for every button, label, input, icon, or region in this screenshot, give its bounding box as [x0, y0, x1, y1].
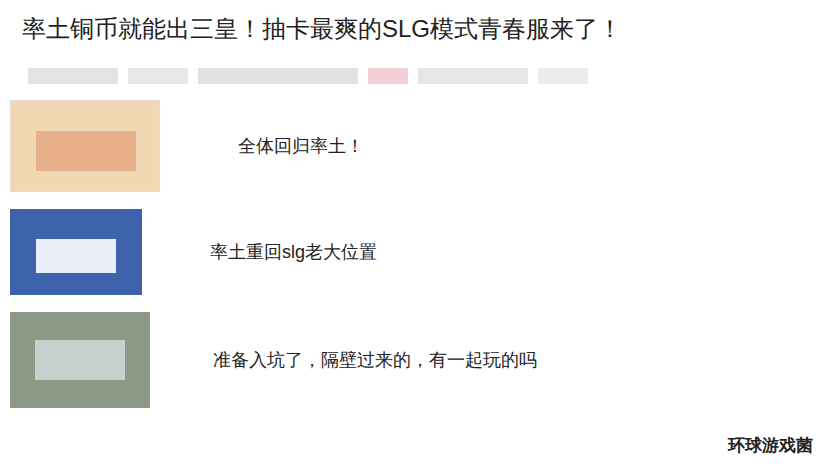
- article-title: 率土铜币就能出三皇！抽卡最爽的SLG模式青春服来了！: [0, 0, 823, 46]
- blurred-meta: [418, 68, 528, 84]
- comment-text: 准备入坑了，隔壁过来的，有一起玩的吗: [213, 347, 537, 373]
- avatar: [10, 312, 150, 408]
- avatar-blur: [35, 340, 125, 380]
- watermark: 环球游戏菌: [728, 433, 813, 459]
- avatar-blur: [36, 239, 116, 273]
- article-meta: [0, 46, 823, 86]
- blurred-meta: [368, 68, 408, 84]
- blurred-meta: [538, 68, 588, 84]
- blurred-meta: [28, 68, 118, 84]
- comment-list: 全体回归率土！ 率土重回slg老大位置准备入坑了，隔壁过来的，有一起玩的吗: [0, 86, 823, 408]
- comment-row: 准备入坑了，隔壁过来的，有一起玩的吗: [0, 312, 823, 408]
- comment-row: 全体回归率土！: [0, 100, 823, 192]
- avatar-blur: [36, 131, 136, 171]
- blurred-meta: [198, 68, 358, 84]
- comment-row: 率土重回slg老大位置: [0, 206, 823, 298]
- comment-text: 率土重回slg老大位置: [210, 239, 377, 265]
- avatar: [10, 209, 142, 295]
- blurred-meta: [128, 68, 188, 84]
- comment-text: 全体回归率土！: [238, 133, 364, 159]
- avatar: [10, 100, 160, 192]
